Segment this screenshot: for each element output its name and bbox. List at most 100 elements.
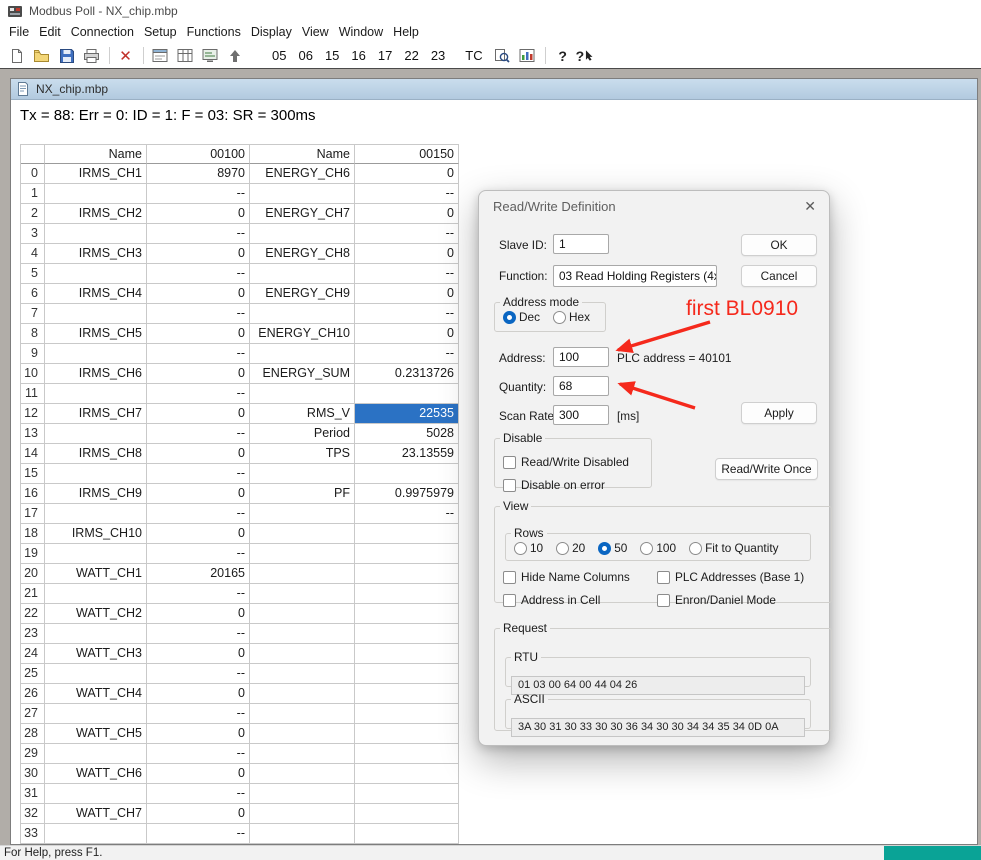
grid-cell[interactable] <box>250 564 355 584</box>
grid-cell[interactable]: RMS_V <box>250 404 355 424</box>
grid-cell[interactable] <box>250 224 355 244</box>
menu-item-file[interactable]: File <box>4 22 34 43</box>
menu-item-edit[interactable]: Edit <box>34 22 66 43</box>
grid-cell[interactable] <box>250 584 355 604</box>
quantity-input[interactable]: 68 <box>553 376 609 396</box>
grid-cell[interactable]: TPS <box>250 444 355 464</box>
grid-cell[interactable] <box>355 584 459 604</box>
grid-cell[interactable]: -- <box>147 264 250 284</box>
grid-cell[interactable] <box>45 704 147 724</box>
chart-button[interactable] <box>516 46 539 66</box>
grid-cell[interactable]: 0 <box>147 524 250 544</box>
grid-cell[interactable] <box>355 804 459 824</box>
help-button[interactable]: ? <box>554 46 572 66</box>
test-center-button[interactable]: TC <box>463 48 484 63</box>
grid-cell[interactable]: 0 <box>355 244 459 264</box>
grid-cell[interactable]: 0 <box>147 684 250 704</box>
read-write-definition-button[interactable] <box>148 46 171 66</box>
menu-item-display[interactable]: Display <box>246 22 297 43</box>
grid-cell[interactable] <box>250 744 355 764</box>
function-code-23-button[interactable]: 23 <box>429 48 447 63</box>
grid-cell[interactable]: -- <box>147 384 250 404</box>
grid-cell[interactable] <box>355 664 459 684</box>
grid-cell[interactable]: Period <box>250 424 355 444</box>
read-write-once-button[interactable]: Read/Write Once <box>715 458 818 480</box>
slave-id-input[interactable]: 1 <box>553 234 609 254</box>
grid-cell[interactable] <box>355 784 459 804</box>
grid-cell[interactable]: 0.2313726 <box>355 364 459 384</box>
grid-cell[interactable] <box>45 264 147 284</box>
grid-cell[interactable]: -- <box>147 824 250 844</box>
menu-item-help[interactable]: Help <box>388 22 424 43</box>
disable-on-error-checkbox[interactable]: Disable on error <box>503 478 629 492</box>
grid-cell[interactable]: -- <box>147 424 250 444</box>
grid-cell[interactable]: -- <box>147 744 250 764</box>
grid-cell[interactable] <box>250 804 355 824</box>
grid-cell[interactable] <box>250 524 355 544</box>
grid-cell[interactable]: ENERGY_CH8 <box>250 244 355 264</box>
grid-cell[interactable] <box>355 824 459 844</box>
grid-cell[interactable]: -- <box>355 184 459 204</box>
address-input[interactable]: 100 <box>553 347 609 367</box>
context-help-button[interactable]: ? <box>576 46 594 66</box>
grid-cell[interactable] <box>250 544 355 564</box>
grid-cell[interactable]: WATT_CH5 <box>45 724 147 744</box>
grid-cell[interactable]: 0 <box>355 164 459 184</box>
grid-cell[interactable]: ENERGY_SUM <box>250 364 355 384</box>
open-file-button[interactable] <box>30 46 53 66</box>
grid-cell[interactable] <box>250 344 355 364</box>
grid-cell[interactable] <box>250 604 355 624</box>
grid-cell[interactable] <box>45 664 147 684</box>
grid-cell[interactable] <box>355 644 459 664</box>
rows-option-50[interactable]: 50 <box>598 541 627 555</box>
grid-cell[interactable] <box>45 304 147 324</box>
grid-cell[interactable] <box>250 464 355 484</box>
close-icon[interactable]: ✕ <box>804 198 816 215</box>
grid-cell[interactable] <box>250 684 355 704</box>
menu-item-functions[interactable]: Functions <box>182 22 246 43</box>
grid-cell[interactable]: 23.13559 <box>355 444 459 464</box>
grid-cell[interactable] <box>250 784 355 804</box>
cancel-button[interactable]: Cancel <box>741 265 817 287</box>
read-write-disabled-checkbox[interactable]: Read/Write Disabled <box>503 455 629 469</box>
grid-cell[interactable]: -- <box>147 504 250 524</box>
grid-cell[interactable]: -- <box>355 504 459 524</box>
rows-option-20[interactable]: 20 <box>556 541 585 555</box>
grid-cell[interactable] <box>355 764 459 784</box>
grid-cell[interactable] <box>250 704 355 724</box>
grid-cell[interactable]: -- <box>147 304 250 324</box>
grid-cell[interactable]: IRMS_CH6 <box>45 364 147 384</box>
address-in-cell-checkbox[interactable]: Address in Cell <box>503 593 657 607</box>
grid-cell[interactable]: ENERGY_CH6 <box>250 164 355 184</box>
grid-cell[interactable] <box>355 744 459 764</box>
grid-cell[interactable] <box>355 544 459 564</box>
hide-name-columns-checkbox[interactable]: Hide Name Columns <box>503 570 657 584</box>
grid-cell[interactable] <box>355 624 459 644</box>
grid-cell[interactable] <box>355 704 459 724</box>
grid-cell[interactable]: -- <box>355 264 459 284</box>
grid-cell[interactable]: IRMS_CH7 <box>45 404 147 424</box>
rows-option-100[interactable]: 100 <box>640 541 676 555</box>
grid-cell[interactable]: WATT_CH6 <box>45 764 147 784</box>
menu-item-view[interactable]: View <box>297 22 334 43</box>
grid-cell[interactable]: IRMS_CH5 <box>45 324 147 344</box>
grid-cell[interactable] <box>45 544 147 564</box>
grid-cell[interactable]: 0 <box>147 204 250 224</box>
grid-cell[interactable] <box>45 224 147 244</box>
address-mode-option-dec[interactable]: Dec <box>503 310 540 324</box>
apply-button[interactable]: Apply <box>741 402 817 424</box>
poll-setup-button[interactable] <box>173 46 196 66</box>
grid-cell[interactable] <box>250 824 355 844</box>
grid-cell[interactable]: -- <box>147 624 250 644</box>
grid-cell[interactable]: 0 <box>355 324 459 344</box>
grid-cell[interactable]: IRMS_CH8 <box>45 444 147 464</box>
rows-option-10[interactable]: 10 <box>514 541 543 555</box>
grid-cell[interactable] <box>355 564 459 584</box>
grid-cell[interactable]: WATT_CH3 <box>45 644 147 664</box>
function-select[interactable]: 03 Read Holding Registers (4x) ▾ <box>553 265 717 287</box>
grid-cell[interactable] <box>250 384 355 404</box>
grid-cell[interactable]: IRMS_CH4 <box>45 284 147 304</box>
grid-cell[interactable] <box>250 184 355 204</box>
grid-cell[interactable]: IRMS_CH3 <box>45 244 147 264</box>
grid-cell[interactable]: -- <box>147 344 250 364</box>
